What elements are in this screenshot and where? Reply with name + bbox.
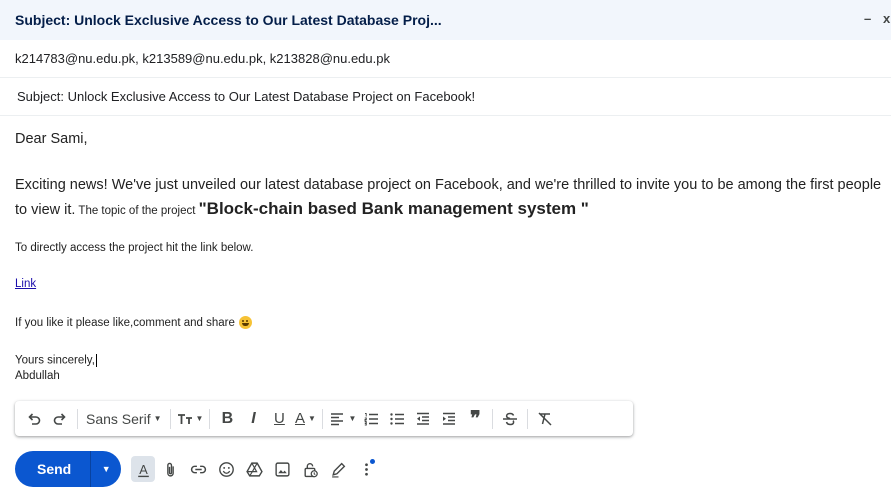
access-line: To directly access the project hit the l… xyxy=(15,242,254,254)
drive-icon[interactable] xyxy=(241,454,267,484)
remove-formatting-icon[interactable] xyxy=(532,405,558,433)
text-color-icon[interactable]: A ▼ xyxy=(292,405,318,433)
italic-icon[interactable]: I xyxy=(240,405,266,433)
send-button[interactable]: Send xyxy=(15,451,90,487)
signoff-line: Yours sincerely, xyxy=(15,354,97,367)
close-button[interactable]: x xyxy=(883,11,890,26)
underline-icon[interactable]: U xyxy=(266,405,292,433)
text-cursor xyxy=(95,354,97,367)
like-line: If you like it please like,comment and s… xyxy=(15,316,252,329)
toolbar-divider xyxy=(209,408,211,429)
topic-lead: The topic of the project xyxy=(75,205,199,217)
numbered-list-icon[interactable] xyxy=(358,405,384,433)
compose-title: Subject: Unlock Exclusive Access to Our … xyxy=(15,12,442,28)
smiley-emoji-icon xyxy=(238,316,252,329)
toolbar-divider xyxy=(492,408,494,429)
toolbar-divider xyxy=(169,408,171,429)
attach-icon[interactable] xyxy=(157,454,183,484)
recipients-value: k214783@nu.edu.pk, k213589@nu.edu.pk, k2… xyxy=(15,51,390,66)
body-paragraph: Exciting news! We've just unveiled our l… xyxy=(15,174,885,223)
indent-less-icon[interactable] xyxy=(410,405,436,433)
signature-icon[interactable] xyxy=(325,454,351,484)
chevron-down-icon: ▼ xyxy=(153,414,162,423)
compose-action-bar: Send ▼ A xyxy=(15,451,379,487)
project-topic: "Block-chain based Bank management syste… xyxy=(198,199,589,218)
svg-text:A: A xyxy=(139,461,148,476)
project-link[interactable]: Link xyxy=(15,278,36,290)
font-family-value: Sans Serif xyxy=(86,410,151,427)
chevron-down-icon: ▼ xyxy=(195,414,204,423)
compose-titlebar[interactable]: Subject: Unlock Exclusive Access to Our … xyxy=(0,0,891,40)
toolbar-divider xyxy=(527,408,529,429)
signoff-text: Yours sincerely, xyxy=(15,354,95,367)
indent-more-icon[interactable] xyxy=(436,405,462,433)
send-button-group: Send ▼ xyxy=(15,451,122,487)
formatting-options-icon[interactable]: A xyxy=(131,456,156,482)
toolbar-divider xyxy=(77,408,78,429)
recipients-field[interactable]: k214783@nu.edu.pk, k213589@nu.edu.pk, k2… xyxy=(0,40,891,78)
undo-icon[interactable] xyxy=(21,405,47,433)
font-family-select[interactable]: Sans Serif ▼ xyxy=(82,405,166,433)
confidential-mode-icon[interactable] xyxy=(297,454,323,484)
text-size-icon[interactable]: ▼ xyxy=(175,405,206,433)
quote-icon[interactable]: ❞ xyxy=(462,405,488,433)
chevron-down-icon: ▼ xyxy=(348,414,357,423)
minimize-button[interactable]: – xyxy=(864,11,871,26)
subject-value: Subject: Unlock Exclusive Access to Our … xyxy=(17,89,476,104)
greeting: Dear Sami, xyxy=(15,131,88,147)
subject-field[interactable]: Subject: Unlock Exclusive Access to Our … xyxy=(0,78,891,116)
more-options-icon[interactable] xyxy=(353,454,379,484)
emoji-icon[interactable] xyxy=(213,454,239,484)
align-icon[interactable]: ▼ xyxy=(327,405,358,433)
signature: Abdullah xyxy=(15,370,60,382)
formatting-toolbar: Sans Serif ▼ ▼ B I U A ▼ ▼ ❞ xyxy=(15,401,633,436)
insert-link-icon[interactable] xyxy=(185,454,211,484)
redo-icon[interactable] xyxy=(47,405,73,433)
bulleted-list-icon[interactable] xyxy=(384,405,410,433)
bold-icon[interactable]: B xyxy=(214,405,240,433)
like-text: If you like it please like,comment and s… xyxy=(15,316,235,329)
chevron-down-icon: ▼ xyxy=(307,414,316,423)
strikethrough-icon[interactable] xyxy=(497,405,523,433)
toolbar-divider xyxy=(322,408,324,429)
insert-photo-icon[interactable] xyxy=(269,454,295,484)
send-options-chevron-down-icon[interactable]: ▼ xyxy=(91,451,121,487)
